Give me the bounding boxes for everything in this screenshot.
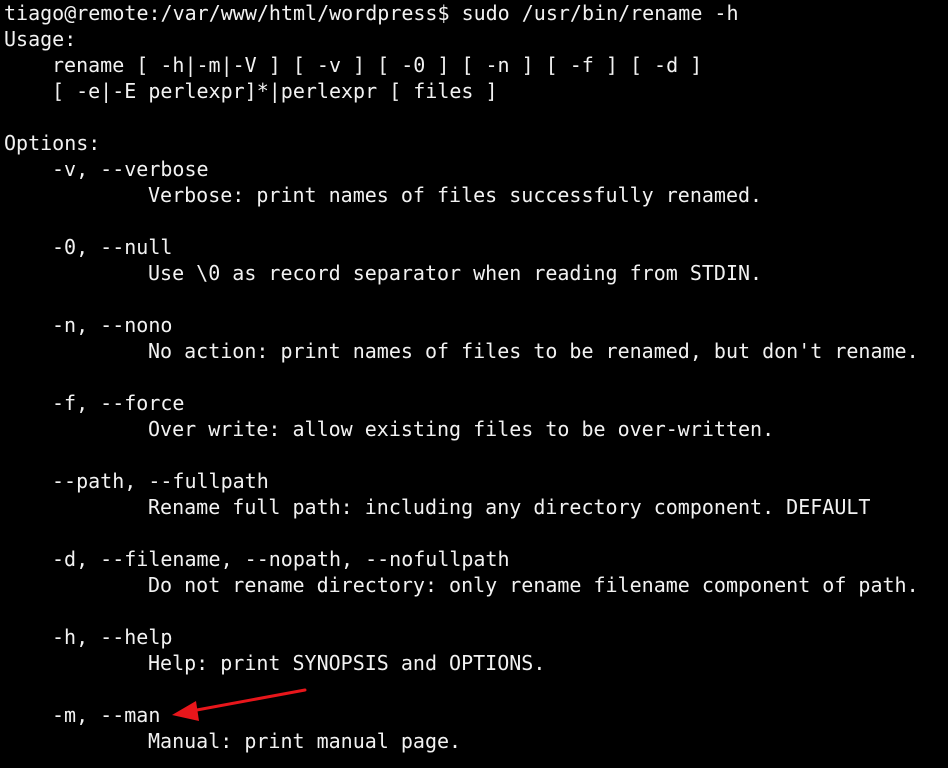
command-text: sudo /usr/bin/rename -h <box>461 1 739 25</box>
terminal-window[interactable]: tiago@remote:/var/www/html/wordpress$ su… <box>0 0 948 768</box>
option-flag: -m, --man <box>52 703 161 727</box>
option-flag: -h, --help <box>52 625 173 649</box>
option-man: -m, --man Manual: print manual page. <box>4 702 948 754</box>
option-fullpath: --path, --fullpath Rename full path: inc… <box>4 468 948 546</box>
usage-line: [ -e|-E perlexpr]*|perlexpr [ files ] <box>52 79 498 103</box>
option-description: Use \0 as record separator when reading … <box>148 261 763 285</box>
option-description: Manual: print manual page. <box>148 729 462 753</box>
option-filename: -d, --filename, --nopath, --nofullpath D… <box>4 546 948 624</box>
option-flag: -d, --filename, --nopath, --nofullpath <box>52 547 510 571</box>
option-description: Rename full path: including any director… <box>148 495 871 519</box>
shell-prompt: tiago@remote:/var/www/html/wordpress$ <box>4 1 462 25</box>
option-verbose: -v, --verbose Verbose: print names of fi… <box>4 156 948 234</box>
option-nono: -n, --nono No action: print names of fil… <box>4 312 948 390</box>
option-force: -f, --force Over write: allow existing f… <box>4 390 948 468</box>
usage-heading: Usage: <box>4 27 77 51</box>
options-heading: Options: <box>4 131 101 155</box>
option-description: Do not rename directory: only rename fil… <box>148 573 919 597</box>
option-description: Help: print SYNOPSIS and OPTIONS. <box>148 651 546 675</box>
option-description: Verbose: print names of files successful… <box>148 183 763 207</box>
option-description: No action: print names of files to be re… <box>148 339 919 363</box>
option-null: -0, --null Use \0 as record separator wh… <box>4 234 948 312</box>
usage-line: rename [ -h|-m|-V ] [ -v ] [ -0 ] [ -n ]… <box>52 53 703 77</box>
option-description: Over write: allow existing files to be o… <box>148 417 775 441</box>
option-flag: -v, --verbose <box>52 157 209 181</box>
option-flag: --path, --fullpath <box>52 469 269 493</box>
option-flag: -n, --nono <box>52 313 173 337</box>
command-line: tiago@remote:/var/www/html/wordpress$ su… <box>4 0 948 26</box>
option-flag: -f, --force <box>52 391 185 415</box>
option-help: -h, --help Help: print SYNOPSIS and OPTI… <box>4 624 948 702</box>
option-flag: -0, --null <box>52 235 173 259</box>
